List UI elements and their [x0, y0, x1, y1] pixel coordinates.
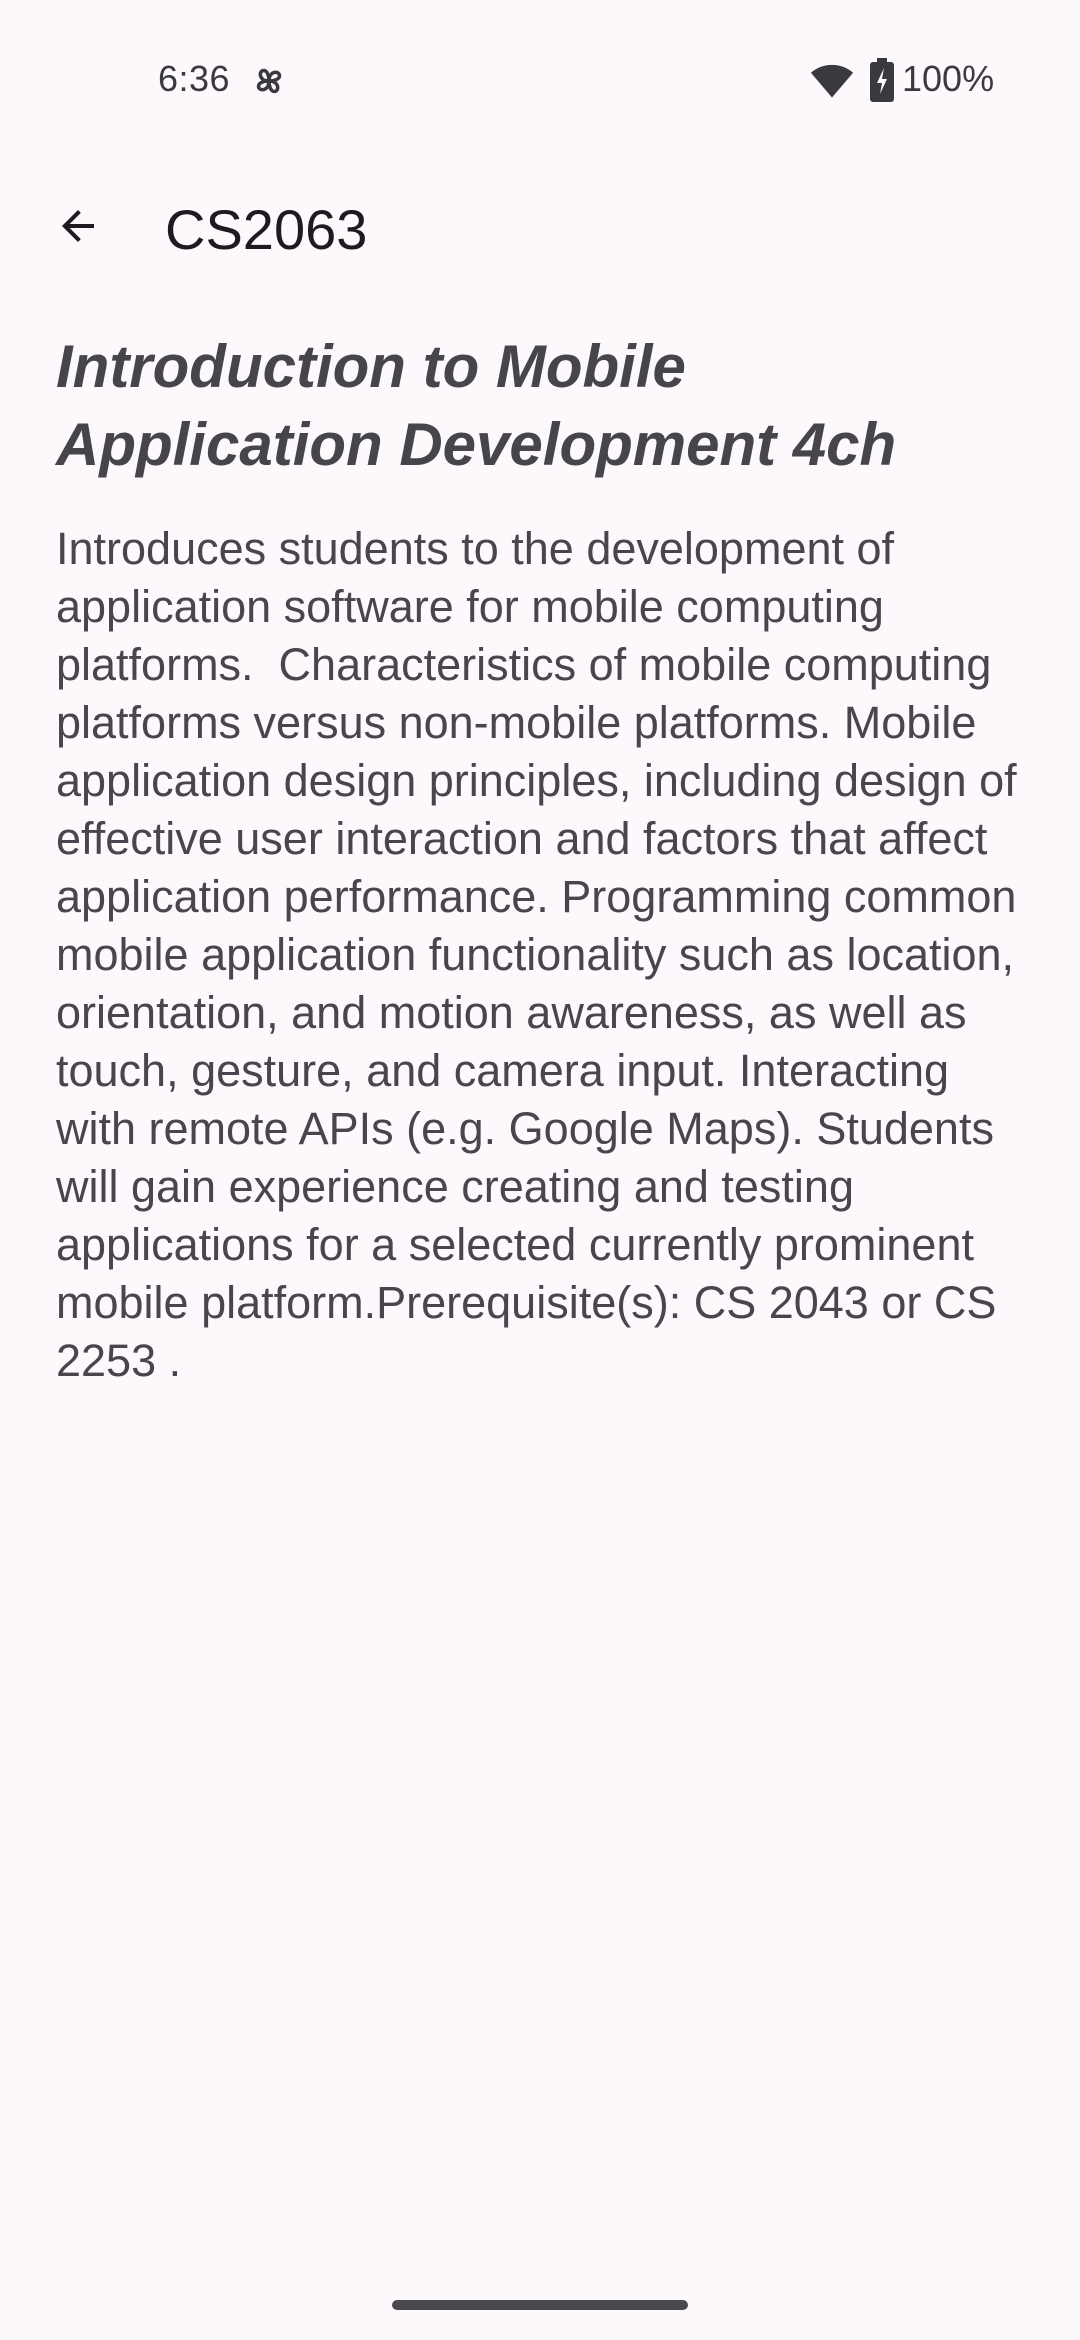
arrow-back-icon — [54, 202, 102, 255]
top-app-bar: CS2063 — [0, 160, 1080, 290]
course-title: Introduction to Mobile Application Devel… — [56, 333, 897, 478]
course-description: Introduces students to the development o… — [56, 523, 1030, 1386]
gesture-navigation-handle[interactable] — [392, 2300, 688, 2310]
back-button[interactable] — [30, 180, 126, 276]
wifi-icon — [810, 62, 854, 100]
battery-charging-icon — [870, 58, 894, 102]
battery-percentage: 100% — [902, 58, 995, 99]
status-bar: 6:36 100% — [0, 0, 1080, 120]
status-time: 6:36 — [158, 58, 231, 99]
page-title: CS2063 — [165, 198, 368, 261]
pinwheel-icon — [248, 60, 290, 102]
